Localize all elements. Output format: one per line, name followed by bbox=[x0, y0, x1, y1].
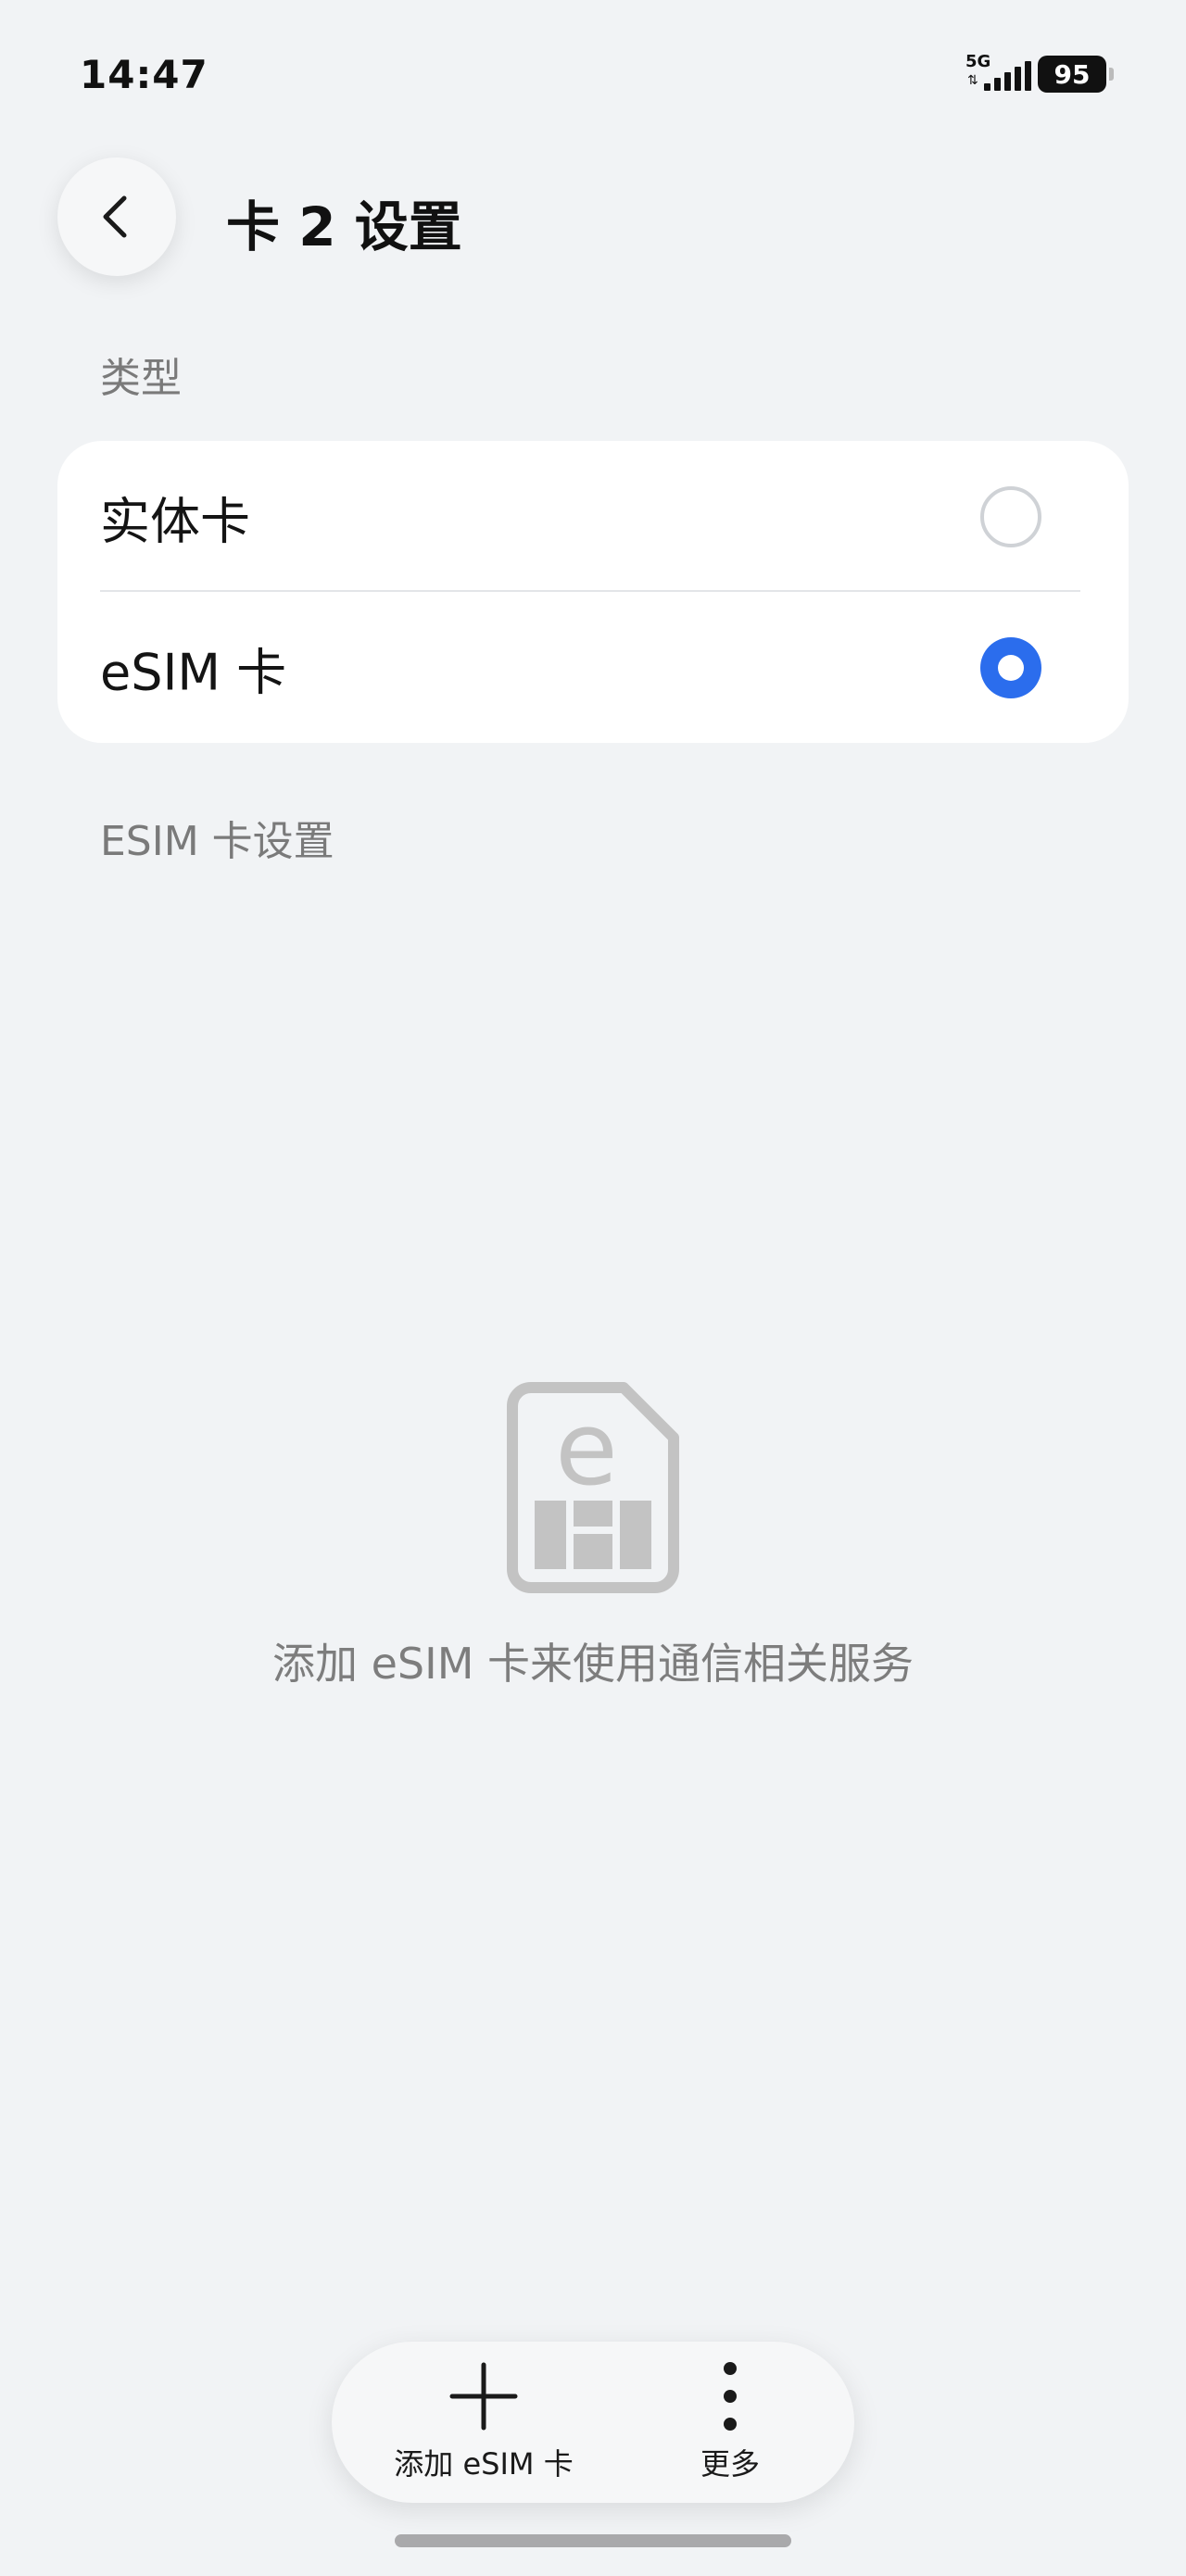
signal-bars-icon bbox=[984, 61, 1031, 91]
add-esim-button[interactable]: 添加 eSIM 卡 bbox=[382, 2342, 586, 2503]
svg-text:e: e bbox=[555, 1389, 618, 1508]
back-button[interactable] bbox=[57, 157, 176, 276]
battery-icon: 95 bbox=[1038, 56, 1114, 93]
status-bar: 14:47 5G ⇅ 95 bbox=[0, 0, 1186, 148]
plus-icon bbox=[449, 2362, 518, 2431]
status-time: 14:47 bbox=[80, 52, 208, 97]
sim-type-card: 实体卡 eSIM 卡 bbox=[57, 441, 1129, 743]
esim-card-icon: e bbox=[507, 1382, 679, 1593]
data-arrows-icon: ⇅ bbox=[967, 73, 978, 88]
option-label: 实体卡 bbox=[100, 492, 250, 550]
option-physical-sim[interactable]: 实体卡 bbox=[57, 441, 1129, 592]
more-vertical-icon bbox=[724, 2362, 737, 2431]
more-label: 更多 bbox=[700, 2446, 760, 2482]
add-esim-label: 添加 eSIM 卡 bbox=[394, 2446, 574, 2482]
status-icons: 5G ⇅ 95 bbox=[965, 54, 1114, 94]
type-section-label: 类型 bbox=[100, 355, 182, 402]
empty-state-text: 添加 eSIM 卡来使用通信相关服务 bbox=[272, 1639, 914, 1689]
more-button[interactable]: 更多 bbox=[637, 2342, 823, 2503]
esim-section-label: ESIM 卡设置 bbox=[100, 818, 334, 865]
chevron-left-icon bbox=[103, 195, 127, 238]
radio-unselected[interactable] bbox=[980, 485, 1041, 547]
option-label: eSIM 卡 bbox=[100, 643, 287, 701]
battery-level: 95 bbox=[1054, 58, 1091, 90]
bottom-action-bar: 添加 eSIM 卡 更多 bbox=[332, 2342, 854, 2503]
option-esim[interactable]: eSIM 卡 bbox=[57, 592, 1129, 743]
page-title: 卡 2 设置 bbox=[226, 195, 462, 258]
radio-selected[interactable] bbox=[980, 636, 1041, 698]
cellular-signal-icon: 5G ⇅ bbox=[965, 54, 1031, 94]
empty-state: e 添加 eSIM 卡来使用通信相关服务 bbox=[0, 1380, 1186, 1691]
home-indicator[interactable] bbox=[395, 2534, 791, 2547]
